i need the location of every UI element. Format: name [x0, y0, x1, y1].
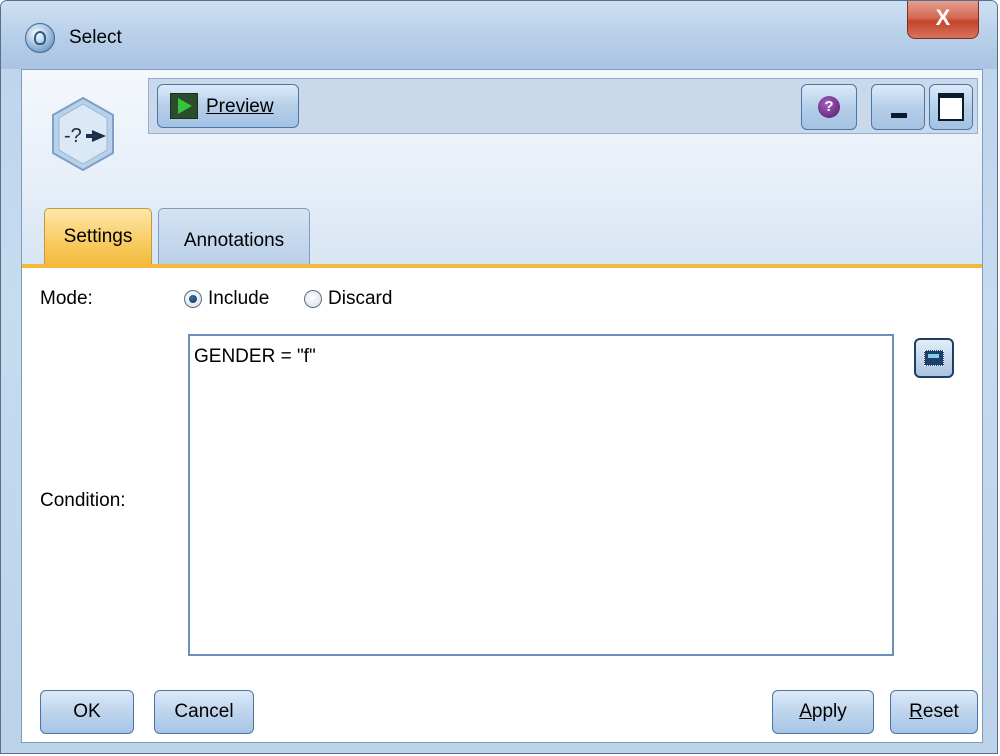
- reset-button[interactable]: Reset: [890, 690, 978, 734]
- select-dialog-window: Select X -? Preview ? Settings Annotatio…: [0, 0, 998, 754]
- ok-button[interactable]: OK: [40, 690, 134, 734]
- maximize-icon: [938, 93, 964, 121]
- tab-settings[interactable]: Settings: [44, 208, 152, 266]
- tab-strip: [22, 264, 982, 268]
- condition-textarea[interactable]: GENDER = "f": [188, 334, 894, 656]
- tab-annotations[interactable]: Annotations: [158, 208, 310, 266]
- discard-radio[interactable]: [304, 290, 322, 308]
- cancel-button[interactable]: Cancel: [154, 690, 254, 734]
- node-toolbar: Preview ?: [148, 78, 978, 134]
- close-button[interactable]: X: [907, 1, 979, 39]
- apply-button[interactable]: Apply: [772, 690, 874, 734]
- apply-label-rest: pply: [811, 701, 847, 722]
- preview-button[interactable]: Preview: [157, 84, 299, 128]
- maximize-button[interactable]: [929, 84, 973, 130]
- dialog-body: -? Preview ? Settings Annotations Mode: …: [21, 69, 983, 743]
- reset-label-rest: eset: [922, 701, 959, 722]
- include-radio[interactable]: [184, 290, 202, 308]
- discard-label[interactable]: Discard: [328, 288, 392, 310]
- minimize-icon: [891, 113, 907, 118]
- svg-text:-?: -?: [64, 125, 82, 147]
- header-area: -? Preview ? Settings Annotations: [22, 70, 982, 268]
- include-label[interactable]: Include: [208, 288, 269, 310]
- select-node-icon: -?: [52, 96, 114, 172]
- play-icon: [170, 93, 198, 119]
- preview-label: Preview: [206, 96, 274, 117]
- window-title: Select: [69, 27, 122, 48]
- condition-label: Condition:: [40, 490, 126, 511]
- calculator-icon: [924, 350, 944, 366]
- mode-label: Mode:: [40, 288, 93, 309]
- close-icon: X: [935, 5, 951, 30]
- apply-mnemonic: A: [799, 701, 812, 722]
- minimize-button[interactable]: [871, 84, 925, 130]
- title-bar[interactable]: Select X: [1, 1, 997, 69]
- reset-mnemonic: R: [909, 701, 923, 722]
- expression-builder-button[interactable]: [914, 338, 954, 378]
- app-icon: [25, 23, 55, 53]
- help-button[interactable]: ?: [801, 84, 857, 130]
- help-icon: ?: [818, 96, 840, 118]
